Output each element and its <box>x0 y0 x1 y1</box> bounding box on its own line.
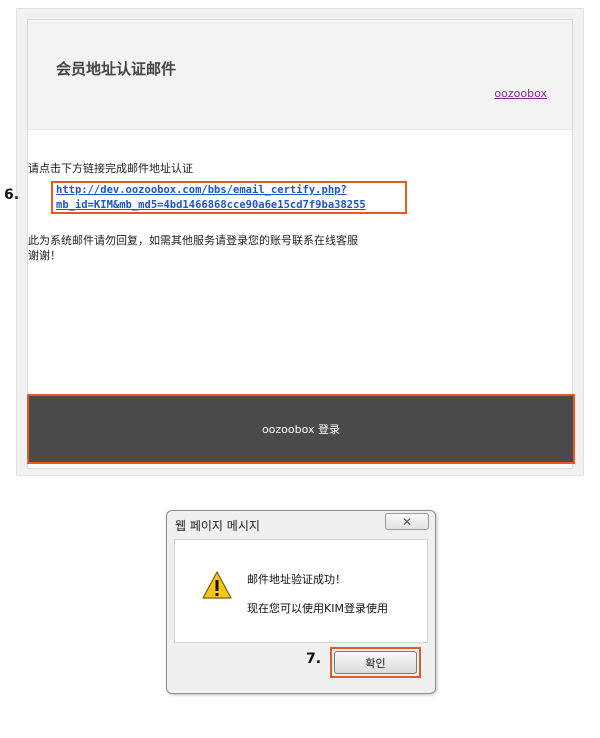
instruction-text: 请点击下方链接完成邮件地址认证 <box>28 162 193 175</box>
certify-link[interactable]: http://dev.oozoobox.com/bbs/email_certif… <box>56 183 366 213</box>
email-header: 会员地址认证邮件 oozoobox <box>28 20 572 130</box>
web-page-message-dialog: 웹 페이지 메시지 ✕ 邮件地址验证成功！ 现在您可以使用KIM登录使用 7. … <box>166 510 436 694</box>
dialog-content: 邮件地址验证成功！ 现在您可以使用KIM登录使用 <box>174 539 428 643</box>
warning-icon <box>202 571 232 599</box>
close-icon: ✕ <box>401 514 413 529</box>
ok-button[interactable]: 확인 <box>334 651 417 674</box>
note-line2: 谢谢！ <box>28 249 61 262</box>
dialog-titlebar: 웹 페이지 메시지 ✕ <box>167 511 435 537</box>
brand-link[interactable]: oozoobox <box>494 87 547 100</box>
certify-link-line2: mb_id=KIM&mb_md5=4bd1466868cce90a6e15cd7… <box>56 199 366 211</box>
email-footer: oozoobox 登录 <box>27 394 575 464</box>
dialog-message-line1: 邮件地址验证成功！ <box>247 573 346 586</box>
login-button[interactable]: oozoobox 登录 <box>29 396 573 462</box>
dialog-message-line2: 现在您可以使用KIM登录使用 <box>247 602 388 615</box>
note-line1: 此为系统邮件请勿回复，如需其他服务请登录您的账号联系在线客服 <box>28 234 358 247</box>
email-title: 会员地址认证邮件 <box>56 60 177 78</box>
step-label-7: 7. <box>306 651 322 667</box>
dialog-title: 웹 페이지 메시지 <box>175 519 260 533</box>
note-text: 此为系统邮件请勿回复，如需其他服务请登录您的账号联系在线客服 谢谢！ <box>28 233 358 263</box>
certify-link-line1: http://dev.oozoobox.com/bbs/email_certif… <box>56 184 347 196</box>
close-button[interactable]: ✕ <box>385 513 429 530</box>
step-label-6: 6. <box>4 187 20 203</box>
